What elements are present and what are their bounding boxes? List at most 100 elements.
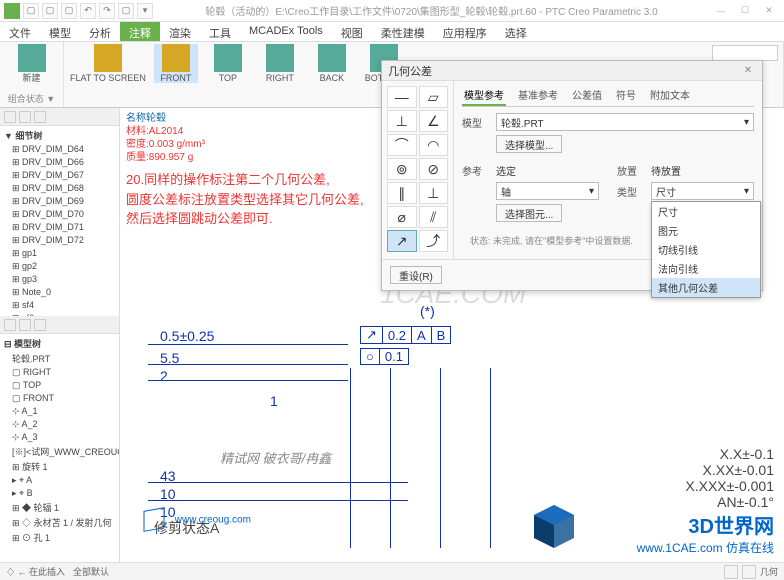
tab-render[interactable]: 渲染 <box>160 22 200 41</box>
gtol-symbol[interactable]: ⌀ <box>387 206 417 228</box>
gtol-frame-1[interactable]: ↗0.2AB <box>360 326 451 344</box>
tree-tool-2[interactable] <box>19 111 31 123</box>
gtol-symbol[interactable]: ⌒ <box>387 134 417 156</box>
model-tree-item[interactable]: ⊞ 旋转 1 <box>2 459 117 474</box>
sb-ico[interactable] <box>742 565 756 579</box>
dlg-tab-symbol[interactable]: 符号 <box>614 85 638 106</box>
gtol-symbol[interactable]: ⤴ <box>419 230 449 252</box>
gtol-symbol[interactable]: ⊥ <box>387 110 417 132</box>
sb-ico[interactable] <box>724 565 738 579</box>
model-tree-header[interactable]: ⊟ 模型树 <box>2 336 117 351</box>
tree-tool-b[interactable] <box>19 319 31 331</box>
qat-more[interactable]: ▾ <box>137 3 153 19</box>
model-tree-hdr[interactable] <box>0 316 119 334</box>
dropdown-option[interactable]: 图元 <box>652 221 760 240</box>
detail-tree-item[interactable]: ⊞ DRV_DIM_D66 <box>2 156 117 169</box>
ribbon-front[interactable]: FRONT <box>154 44 198 83</box>
dlg-tab-modelref[interactable]: 模型参考 <box>462 85 506 106</box>
ref-type-select[interactable]: 轴▾ <box>496 182 599 200</box>
tab-flex[interactable]: 柔性建模 <box>372 22 434 41</box>
tree-tool-c[interactable] <box>34 319 46 331</box>
tab-file[interactable]: 文件 <box>0 22 40 41</box>
sb-item[interactable]: ♢ ← 在此插入 <box>6 565 65 578</box>
detail-tree-header[interactable]: ▼ 细节树 <box>2 128 117 143</box>
tab-model[interactable]: 模型 <box>40 22 80 41</box>
dlg-tab-addtext[interactable]: 附加文本 <box>648 85 692 106</box>
detail-tree-item[interactable]: ⊞ sf4 <box>2 299 117 312</box>
model-tree-item[interactable]: ▢ RIGHT <box>2 366 117 379</box>
qat-undo[interactable]: ↶ <box>80 3 96 19</box>
detail-tree-item[interactable]: ⊞ DRV_DIM_D69 <box>2 195 117 208</box>
ribbon-right[interactable]: RIGHT <box>258 44 302 83</box>
detail-tree[interactable]: ▼ 细节树 ⊞ DRV_DIM_D64⊞ DRV_DIM_D66⊞ DRV_DI… <box>0 126 119 316</box>
model-tree-item[interactable]: ▸ ⌖ B <box>2 487 117 500</box>
qat-save[interactable]: ▢ <box>61 3 77 19</box>
select-model-button[interactable]: 选择模型... <box>496 135 562 153</box>
detail-tree-item[interactable]: ⊞ Note_0 <box>2 286 117 299</box>
model-tree-item[interactable]: ⊞ ⊙ 孔 1 <box>2 530 117 545</box>
model-tree-item[interactable]: ⊹ A_3 <box>2 431 117 444</box>
tab-apps[interactable]: 应用程序 <box>434 22 496 41</box>
dropdown-option[interactable]: 切线引线 <box>652 240 760 259</box>
gtol-symbol[interactable]: ⫽ <box>419 206 449 228</box>
tab-select[interactable]: 选择 <box>496 22 536 41</box>
tab-mcadex[interactable]: MCADEx Tools <box>240 22 332 41</box>
gtol-symbol[interactable]: ⊥ <box>419 182 449 204</box>
qat-new[interactable]: ▢ <box>23 3 39 19</box>
window-max[interactable]: ☐ <box>734 4 756 18</box>
detail-tree-item[interactable]: ⊞ DRV_DIM_D68 <box>2 182 117 195</box>
model-tree-item[interactable]: ⊞ ◇ 永材苫 1 / 发射几何 <box>2 515 117 530</box>
model-tree-item[interactable]: ⊹ A_1 <box>2 405 117 418</box>
model-tree-item[interactable]: [※]<试网_WWW_CREOUG_COM <box>2 444 117 459</box>
tree-tool-3[interactable] <box>34 111 46 123</box>
model-tree-item[interactable]: 轮毂.PRT <box>2 351 117 366</box>
gtol-symbol[interactable]: ⊚ <box>387 158 417 180</box>
detail-tree-item[interactable]: ⊞ gp3 <box>2 273 117 286</box>
window-min[interactable]: — <box>710 4 732 18</box>
qat-open[interactable]: ▢ <box>42 3 58 19</box>
gtol-symbol[interactable]: — <box>387 86 417 108</box>
gtol-symbol[interactable]: ↗ <box>387 230 417 252</box>
gtol-symbol[interactable]: ▱ <box>419 86 449 108</box>
ribbon-search-input[interactable] <box>712 45 778 61</box>
dropdown-option[interactable]: 其他几何公差 <box>652 278 760 297</box>
dlg-tab-tolval[interactable]: 公差值 <box>570 85 604 106</box>
dropdown-option[interactable]: 尺寸 <box>652 202 760 221</box>
dialog-close-icon[interactable]: ✕ <box>740 64 756 78</box>
tab-analysis[interactable]: 分析 <box>80 22 120 41</box>
detail-tree-item[interactable]: ⊞ DRV_DIM_D67 <box>2 169 117 182</box>
qat-redo[interactable]: ↷ <box>99 3 115 19</box>
place-type-select[interactable]: 尺寸▾ <box>651 182 754 200</box>
tab-view[interactable]: 视图 <box>332 22 372 41</box>
dlg-tab-datum[interactable]: 基准参考 <box>516 85 560 106</box>
gtol-symbol[interactable]: ∥ <box>387 182 417 204</box>
gtol-frame-2[interactable]: ○0.1 <box>360 348 409 365</box>
ribbon-group-combo[interactable]: 组合状态 ▼ <box>6 92 57 105</box>
model-tree-item[interactable]: ▢ TOP <box>2 379 117 392</box>
gtol-symbol[interactable]: ∠ <box>419 110 449 132</box>
detail-tree-item[interactable]: ⊞ DRV_DIM_D70 <box>2 208 117 221</box>
detail-tree-item[interactable]: ⊞ DRV_DIM_D64 <box>2 143 117 156</box>
tab-tools[interactable]: 工具 <box>200 22 240 41</box>
detail-tree-item[interactable]: ⊞ DRV_DIM_D72 <box>2 234 117 247</box>
tree-tool-a[interactable] <box>4 319 16 331</box>
tree-tool-1[interactable] <box>4 111 16 123</box>
model-tree-item[interactable]: ▸ ⌖ A <box>2 474 117 487</box>
reset-button[interactable]: 重设(R) <box>390 266 442 284</box>
dropdown-option[interactable]: 法向引线 <box>652 259 760 278</box>
model-tree-item[interactable]: ▢ FRONT <box>2 392 117 405</box>
select-entity-button[interactable]: 选择图元... <box>496 204 562 222</box>
gtol-symbol[interactable]: ⊘ <box>419 158 449 180</box>
model-tree[interactable]: ⊟ 模型树 轮毂.PRT▢ RIGHT▢ TOP▢ FRONT⊹ A_1⊹ A_… <box>0 334 119 562</box>
ribbon-back[interactable]: BACK <box>310 44 354 83</box>
ribbon-flat[interactable]: FLAT TO SCREEN <box>70 44 146 83</box>
model-tree-item[interactable]: ⊹ A_2 <box>2 418 117 431</box>
detail-tree-item[interactable]: ⊞ gp2 <box>2 260 117 273</box>
gtol-symbol[interactable]: ◠ <box>419 134 449 156</box>
tab-annotate[interactable]: 注释 <box>120 22 160 41</box>
sb-item[interactable]: 全部默认 <box>73 565 109 578</box>
detail-tree-item[interactable]: ⊞ gp1 <box>2 247 117 260</box>
ribbon-top[interactable]: TOP <box>206 44 250 83</box>
model-select[interactable]: 轮毂.PRT▾ <box>496 113 754 131</box>
model-tree-item[interactable]: ⊞ ◆ 轮辐 1 <box>2 500 117 515</box>
